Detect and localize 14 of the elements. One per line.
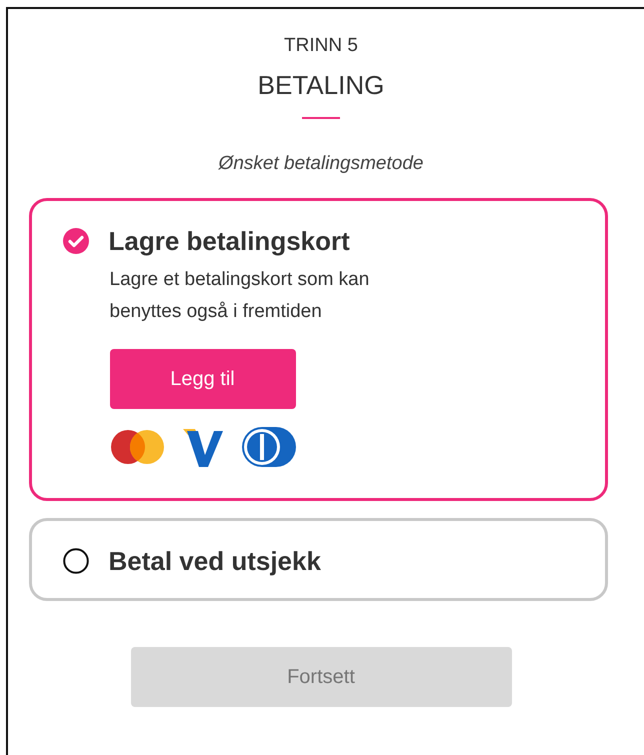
radio-icon[interactable] [62,548,88,574]
option-label: Lagre betalingskort [108,226,350,256]
check-circle-icon[interactable] [62,228,88,254]
payment-option-card[interactable]: Betal ved utsjekk [28,518,608,601]
page-title: BETALING [258,70,384,100]
option-description: Lagre et betalingskort som kan benyttes også i fremtiden [110,268,370,324]
circles-logo-icon [110,429,164,465]
add-button[interactable]: Legg til [110,349,296,409]
option-label: Betal ved utsjekk [108,546,321,576]
payment-option-card[interactable]: Lagre betalingskort Lagre et betalingskort som kan benyttes også i fremtiden Legg til [28,198,608,501]
subtitle: Ønsket betalingsmetode [218,152,424,176]
v-logo-icon [182,427,222,467]
step-label: TRINN 5 [284,35,358,57]
ring-logo-icon [240,426,296,468]
